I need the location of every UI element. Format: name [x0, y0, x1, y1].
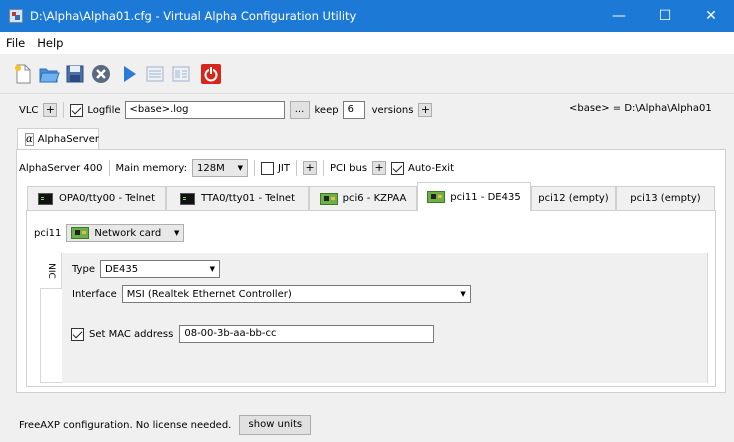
- interface-row: Interface MSI (Realtek Ethernet Controll…: [72, 285, 471, 303]
- mac-row: Set MAC address 08-00-3b-aa-bb-cc: [71, 325, 435, 343]
- mac-label: Set MAC address: [89, 328, 174, 340]
- type-select[interactable]: DE435 ▼: [99, 260, 220, 278]
- base-path-text: <base> = D:\Alpha\Alpha01: [569, 103, 712, 114]
- jit-label: JIT: [277, 162, 290, 174]
- tab-pci11[interactable]: pci11 - DE435: [417, 182, 531, 211]
- tab-opa0[interactable]: OPA0/tty00 - Telnet: [27, 186, 166, 210]
- autoexit-label: Auto-Exit: [408, 162, 454, 174]
- tab-nic-label: NIC: [45, 262, 56, 279]
- menu-bar: File Help: [0, 32, 734, 54]
- tab-pci12[interactable]: pci12 (empty): [531, 186, 616, 210]
- versions-add-button[interactable]: +: [418, 103, 433, 117]
- minimize-button[interactable]: —: [596, 0, 642, 32]
- chevron-down-icon: ▼: [173, 229, 180, 237]
- chevron-down-icon: ▼: [237, 164, 243, 172]
- device-select[interactable]: Network card ▼: [66, 224, 185, 242]
- memory-value: 128M: [196, 162, 225, 174]
- logfile-checkbox[interactable]: [70, 103, 84, 117]
- run-play-icon[interactable]: [118, 63, 140, 85]
- tab-pci6-label: pci6 - KZPAA: [342, 193, 407, 204]
- title-bar: D:\Alpha\Alpha01.cfg - Virtual Alpha Con…: [0, 0, 734, 32]
- detail-view-icon[interactable]: [170, 63, 192, 85]
- new-file-icon[interactable]: [12, 63, 34, 85]
- interface-select[interactable]: MSI (Realtek Ethernet Controller) ▼: [121, 285, 471, 303]
- tab-pci11-label: pci11 - DE435: [450, 191, 521, 203]
- autoexit-checkbox[interactable]: [391, 161, 405, 175]
- model-label: AlphaServer 400: [19, 162, 103, 174]
- type-value: DE435: [104, 263, 139, 275]
- maximize-button[interactable]: ☐: [642, 0, 688, 32]
- tab-alphaserver[interactable]: α AlphaServer: [17, 128, 99, 150]
- logfile-browse-button[interactable]: ...: [289, 101, 310, 119]
- power-off-icon[interactable]: [200, 63, 222, 85]
- interface-label: Interface: [72, 288, 117, 300]
- close-button[interactable]: ✕: [688, 0, 734, 32]
- tab-tta0-label: TTA0/tty01 - Telnet: [200, 193, 296, 204]
- app-icon: [9, 9, 23, 23]
- type-row: Type DE435 ▼: [72, 260, 220, 278]
- status-row: FreeAXP configuration. No license needed…: [19, 415, 312, 435]
- pci11-device-row: pci11 Network card ▼: [34, 224, 185, 242]
- window-title: D:\Alpha\Alpha01.cfg - Virtual Alpha Con…: [30, 9, 357, 23]
- pci-bus-add-button[interactable]: +: [372, 161, 387, 175]
- device-value: Network card: [94, 227, 162, 239]
- close-circle-icon[interactable]: [90, 63, 112, 85]
- terminal-icon: [179, 192, 195, 205]
- mac-checkbox[interactable]: [71, 327, 84, 341]
- keep-input[interactable]: 6: [342, 101, 365, 119]
- terminal-icon: [37, 192, 53, 205]
- status-text: FreeAXP configuration. No license needed…: [19, 419, 232, 431]
- open-folder-icon[interactable]: [38, 63, 60, 85]
- show-units-button[interactable]: show units: [239, 415, 312, 435]
- tab-pci12-label: pci12 (empty): [538, 193, 609, 204]
- network-card-icon: [71, 227, 90, 239]
- pci-card-icon: [319, 192, 338, 205]
- vlc-row: VLC + Logfile <base>.log ... keep 6 vers…: [19, 101, 433, 119]
- logfile-label: Logfile: [87, 104, 121, 116]
- logfile-input[interactable]: <base>.log: [124, 101, 285, 119]
- tab-pci6[interactable]: pci6 - KZPAA: [309, 186, 417, 210]
- list-view-icon[interactable]: [144, 63, 166, 85]
- chevron-down-icon: ▼: [460, 290, 466, 298]
- base-path-label: <base> = D:\Alpha\Alpha01: [569, 103, 712, 114]
- tab-pci13[interactable]: pci13 (empty): [616, 186, 715, 210]
- save-disk-icon[interactable]: [64, 63, 86, 85]
- network-card-icon: [427, 191, 446, 203]
- server-row: AlphaServer 400 Main memory: 128M ▼ JIT +…: [19, 159, 454, 177]
- versions-label: versions: [371, 104, 414, 116]
- type-label: Type: [72, 263, 95, 275]
- tab-pci13-label: pci13 (empty): [630, 193, 701, 204]
- menu-file[interactable]: File: [6, 36, 25, 50]
- tab-opa0-label: OPA0/tty00 - Telnet: [58, 193, 156, 204]
- jit-checkbox[interactable]: [260, 161, 274, 175]
- tab-alphaserver-label: AlphaServer: [37, 134, 99, 145]
- memory-select[interactable]: 128M ▼: [191, 159, 248, 177]
- pci11-slot-label: pci11: [34, 227, 62, 239]
- menu-help[interactable]: Help: [37, 36, 63, 50]
- chevron-down-icon: ▼: [209, 265, 215, 273]
- server-add-button[interactable]: +: [303, 161, 317, 175]
- interface-value: MSI (Realtek Ethernet Controller): [126, 288, 292, 300]
- keep-label: keep: [314, 104, 339, 116]
- alpha-icon: α: [25, 133, 34, 146]
- tab-nic[interactable]: NIC: [40, 253, 62, 289]
- memory-label: Main memory:: [115, 162, 187, 174]
- vlc-add-button[interactable]: +: [43, 103, 58, 117]
- toolbar: [0, 54, 734, 94]
- mac-input[interactable]: 08-00-3b-aa-bb-cc: [179, 325, 435, 343]
- vlc-label: VLC: [19, 104, 39, 116]
- tab-tta0[interactable]: TTA0/tty01 - Telnet: [166, 186, 309, 210]
- pci-bus-label: PCI bus: [330, 162, 368, 174]
